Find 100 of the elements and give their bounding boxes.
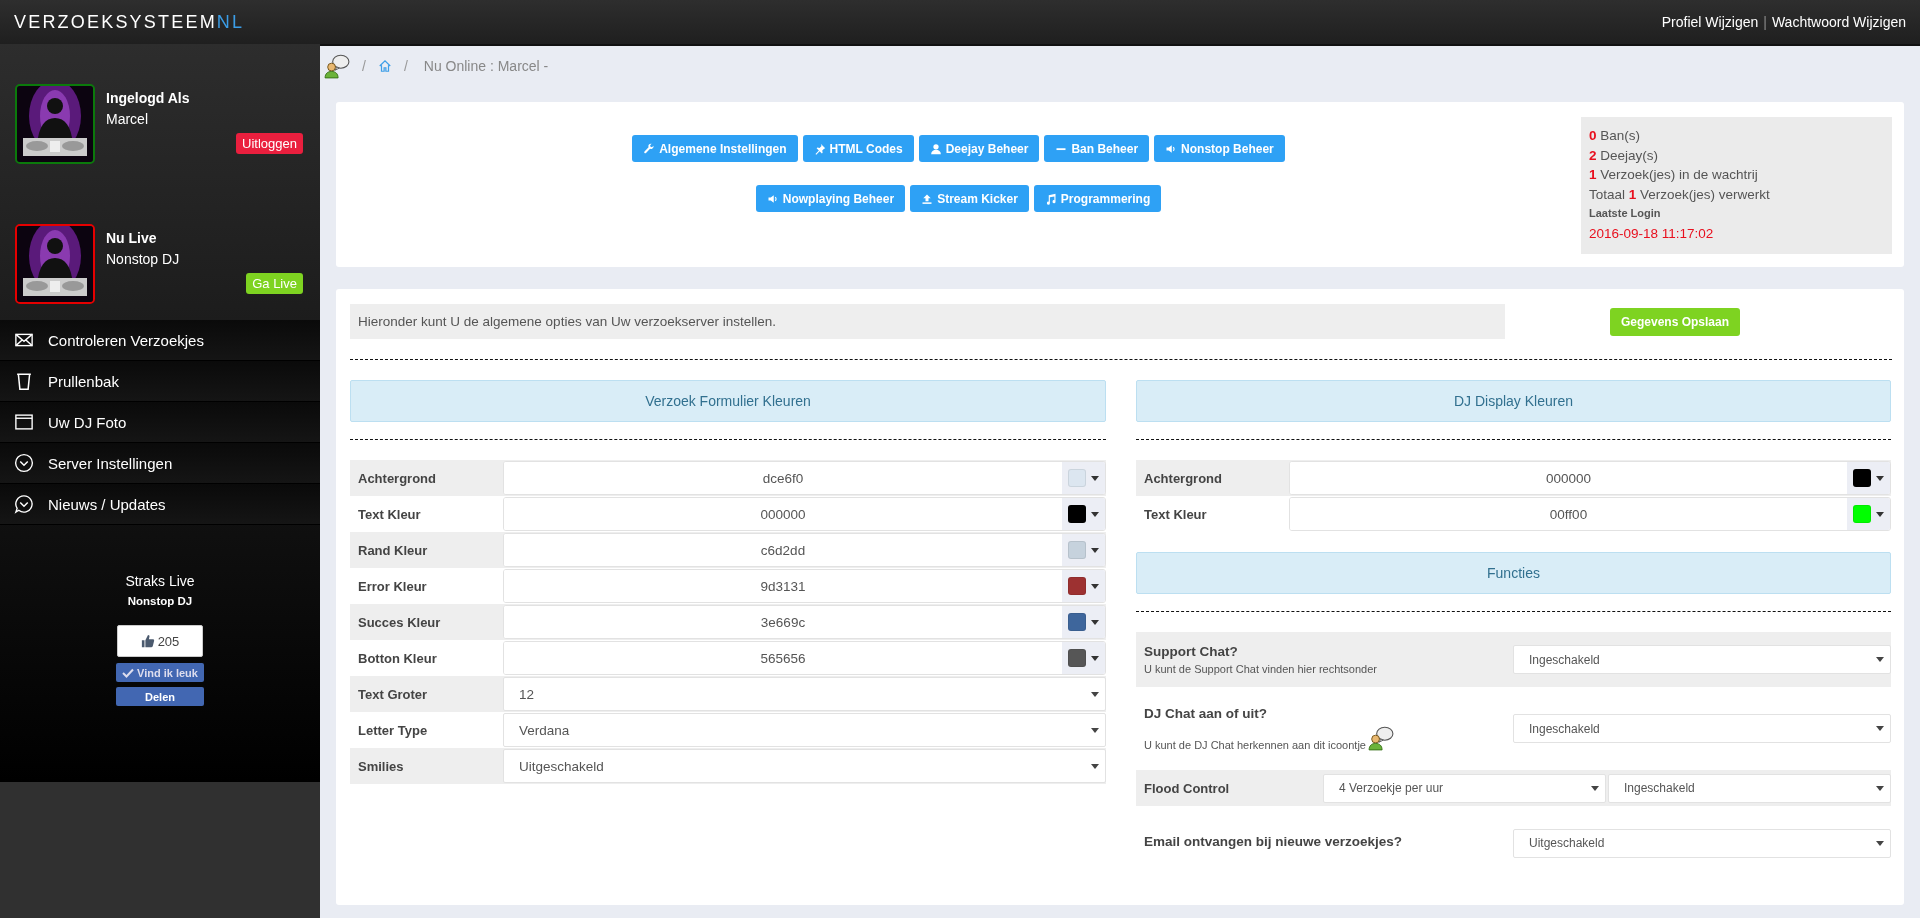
- field-label: Flood Control: [1143, 780, 1231, 796]
- caret-icon: [1876, 475, 1884, 481]
- color-picker-button[interactable]: [1062, 606, 1105, 638]
- caret-icon: [1876, 840, 1884, 846]
- color-field[interactable]: 000000: [503, 497, 1106, 531]
- field-hint: U kunt de DJ Chat herkennen aan dit icoontje: [1144, 739, 1366, 751]
- stat-line: 1 Verzoek(jes) in de wachtrij: [1589, 166, 1759, 184]
- like-button[interactable]: Vind ik leuk: [116, 663, 204, 682]
- field-label: Smilies: [357, 757, 405, 776]
- profile-name: Nonstop DJ: [106, 251, 181, 267]
- color-picker-button[interactable]: [1847, 498, 1890, 530]
- profile-title: Nu Live: [106, 230, 158, 246]
- window-icon: [14, 412, 34, 432]
- field-label: Error Kleur: [357, 577, 428, 596]
- thumbs-up-icon: [140, 634, 155, 648]
- like-count: 205: [117, 625, 203, 657]
- last-login-label: Laatste Login: [1589, 206, 1662, 221]
- select-field[interactable]: 12: [503, 677, 1106, 711]
- field-label: DJ Chat aan of uit?: [1144, 706, 1268, 721]
- field-label: Achtergrond: [1143, 469, 1223, 488]
- field-label: Text Kleur: [1143, 505, 1208, 524]
- color-picker-button[interactable]: [1847, 462, 1890, 494]
- select-field[interactable]: Verdana: [503, 713, 1106, 747]
- stat-line: 2 Deejay(s): [1589, 146, 1660, 165]
- user-icon: [929, 142, 942, 155]
- color-field[interactable]: dce6f0: [503, 461, 1106, 495]
- separator: |: [1763, 14, 1767, 30]
- select-field[interactable]: Ingeschakeld: [1513, 645, 1891, 674]
- color-field[interactable]: 000000: [1289, 461, 1891, 495]
- brand-logo: VERZOEKSYSTEEM NL: [14, 11, 245, 33]
- color-picker-button[interactable]: [1062, 462, 1105, 494]
- color-field[interactable]: 9d3131: [503, 569, 1106, 603]
- trash-icon: [14, 371, 34, 391]
- field-label: Text Groter: [357, 685, 429, 704]
- caret-icon: [1091, 547, 1099, 553]
- select-field[interactable]: 4 Verzoekje per uur: [1323, 773, 1606, 803]
- caret-icon: [1091, 655, 1099, 661]
- field-label: Succes Kleur: [357, 613, 442, 632]
- stat-line: Totaal 1 Verzoek(jes) verwerkt: [1589, 185, 1771, 204]
- logout-button[interactable]: Uitloggen: [236, 133, 303, 154]
- speaker-icon: [1165, 142, 1178, 155]
- color-field[interactable]: 3e669c: [503, 605, 1106, 639]
- pushpin-icon: [813, 142, 826, 155]
- caret-icon: [1876, 785, 1884, 791]
- select-field[interactable]: Uitgeschakeld: [1513, 828, 1891, 858]
- color-picker-button[interactable]: [1062, 570, 1105, 602]
- section-heading: DJ Display Kleuren: [1136, 380, 1891, 422]
- field-label: Botton Kleur: [357, 649, 438, 668]
- caret-icon: [1591, 785, 1599, 791]
- sidebar-item[interactable]: Prullenbak: [0, 361, 320, 402]
- caret-icon: [1876, 726, 1884, 731]
- color-field[interactable]: 00ff00: [1289, 497, 1891, 531]
- stat-line: 0 Ban(s): [1589, 127, 1642, 145]
- sidebar-item[interactable]: Controleren Verzoekjes: [0, 320, 320, 361]
- caret-icon: [1091, 511, 1099, 517]
- chevron-down-icon: [14, 453, 34, 473]
- section-heading: Verzoek Formulier Kleuren: [350, 380, 1106, 422]
- separator: /: [362, 58, 366, 74]
- field-label: Rand Kleur: [357, 541, 429, 560]
- caret-icon: [1091, 727, 1099, 733]
- field-hint: U kunt de Support Chat vinden hier rechtsonder: [1144, 663, 1377, 675]
- field-label: Achtergrond: [357, 469, 437, 488]
- color-picker-button[interactable]: [1062, 534, 1105, 566]
- next-live-title: Straks Live: [125, 573, 195, 589]
- section-heading: Functies: [1136, 552, 1891, 594]
- caret-icon: [1091, 475, 1099, 481]
- field-label: Text Kleur: [357, 505, 422, 524]
- caret-icon: [1876, 657, 1884, 662]
- separator: /: [403, 58, 408, 74]
- next-live-name: Nonstop DJ: [127, 595, 193, 607]
- nav-link[interactable]: Profiel Wijzigen: [1661, 14, 1759, 30]
- sidebar-item[interactable]: Server Instellingen: [0, 443, 320, 484]
- chat-bubble-icon: [14, 494, 34, 514]
- nav-link[interactable]: Wachtwoord Wijzigen: [1771, 14, 1906, 30]
- wrench-icon: [643, 142, 656, 155]
- caret-icon: [1091, 691, 1099, 697]
- intro-text: Hieronder kunt U de algemene opties van Uw verzoekserver instellen.: [350, 304, 1505, 339]
- color-field[interactable]: 565656: [503, 641, 1106, 675]
- field-label: Support Chat?: [1144, 644, 1239, 659]
- breadcrumb-text: Nu Online : Marcel -: [423, 58, 549, 74]
- sidebar-item[interactable]: Nieuws / Updates: [0, 484, 320, 525]
- caret-icon: [1876, 511, 1884, 517]
- caret-icon: [1091, 583, 1099, 589]
- chat-user-icon: [324, 53, 350, 79]
- speaker-icon: [766, 192, 779, 205]
- sidebar-item[interactable]: Uw DJ Foto: [0, 402, 320, 443]
- caret-icon: [1091, 619, 1099, 625]
- select-field[interactable]: Uitgeschakeld: [503, 749, 1106, 783]
- caret-icon: [1091, 763, 1099, 769]
- check-icon: [122, 667, 135, 678]
- upload-icon: [921, 192, 934, 205]
- select-field[interactable]: Ingeschakeld: [1513, 714, 1891, 743]
- profile-name: Marcel: [106, 111, 149, 127]
- color-picker-button[interactable]: [1062, 498, 1105, 530]
- color-field[interactable]: c6d2dd: [503, 533, 1106, 567]
- profile-title: Ingelogd Als: [106, 90, 191, 106]
- last-login-time: 2016-09-18 11:17:02: [1589, 225, 1714, 241]
- select-field[interactable]: Ingeschakeld: [1608, 773, 1891, 803]
- share-button[interactable]: Delen: [116, 687, 204, 706]
- color-picker-button[interactable]: [1062, 642, 1105, 674]
